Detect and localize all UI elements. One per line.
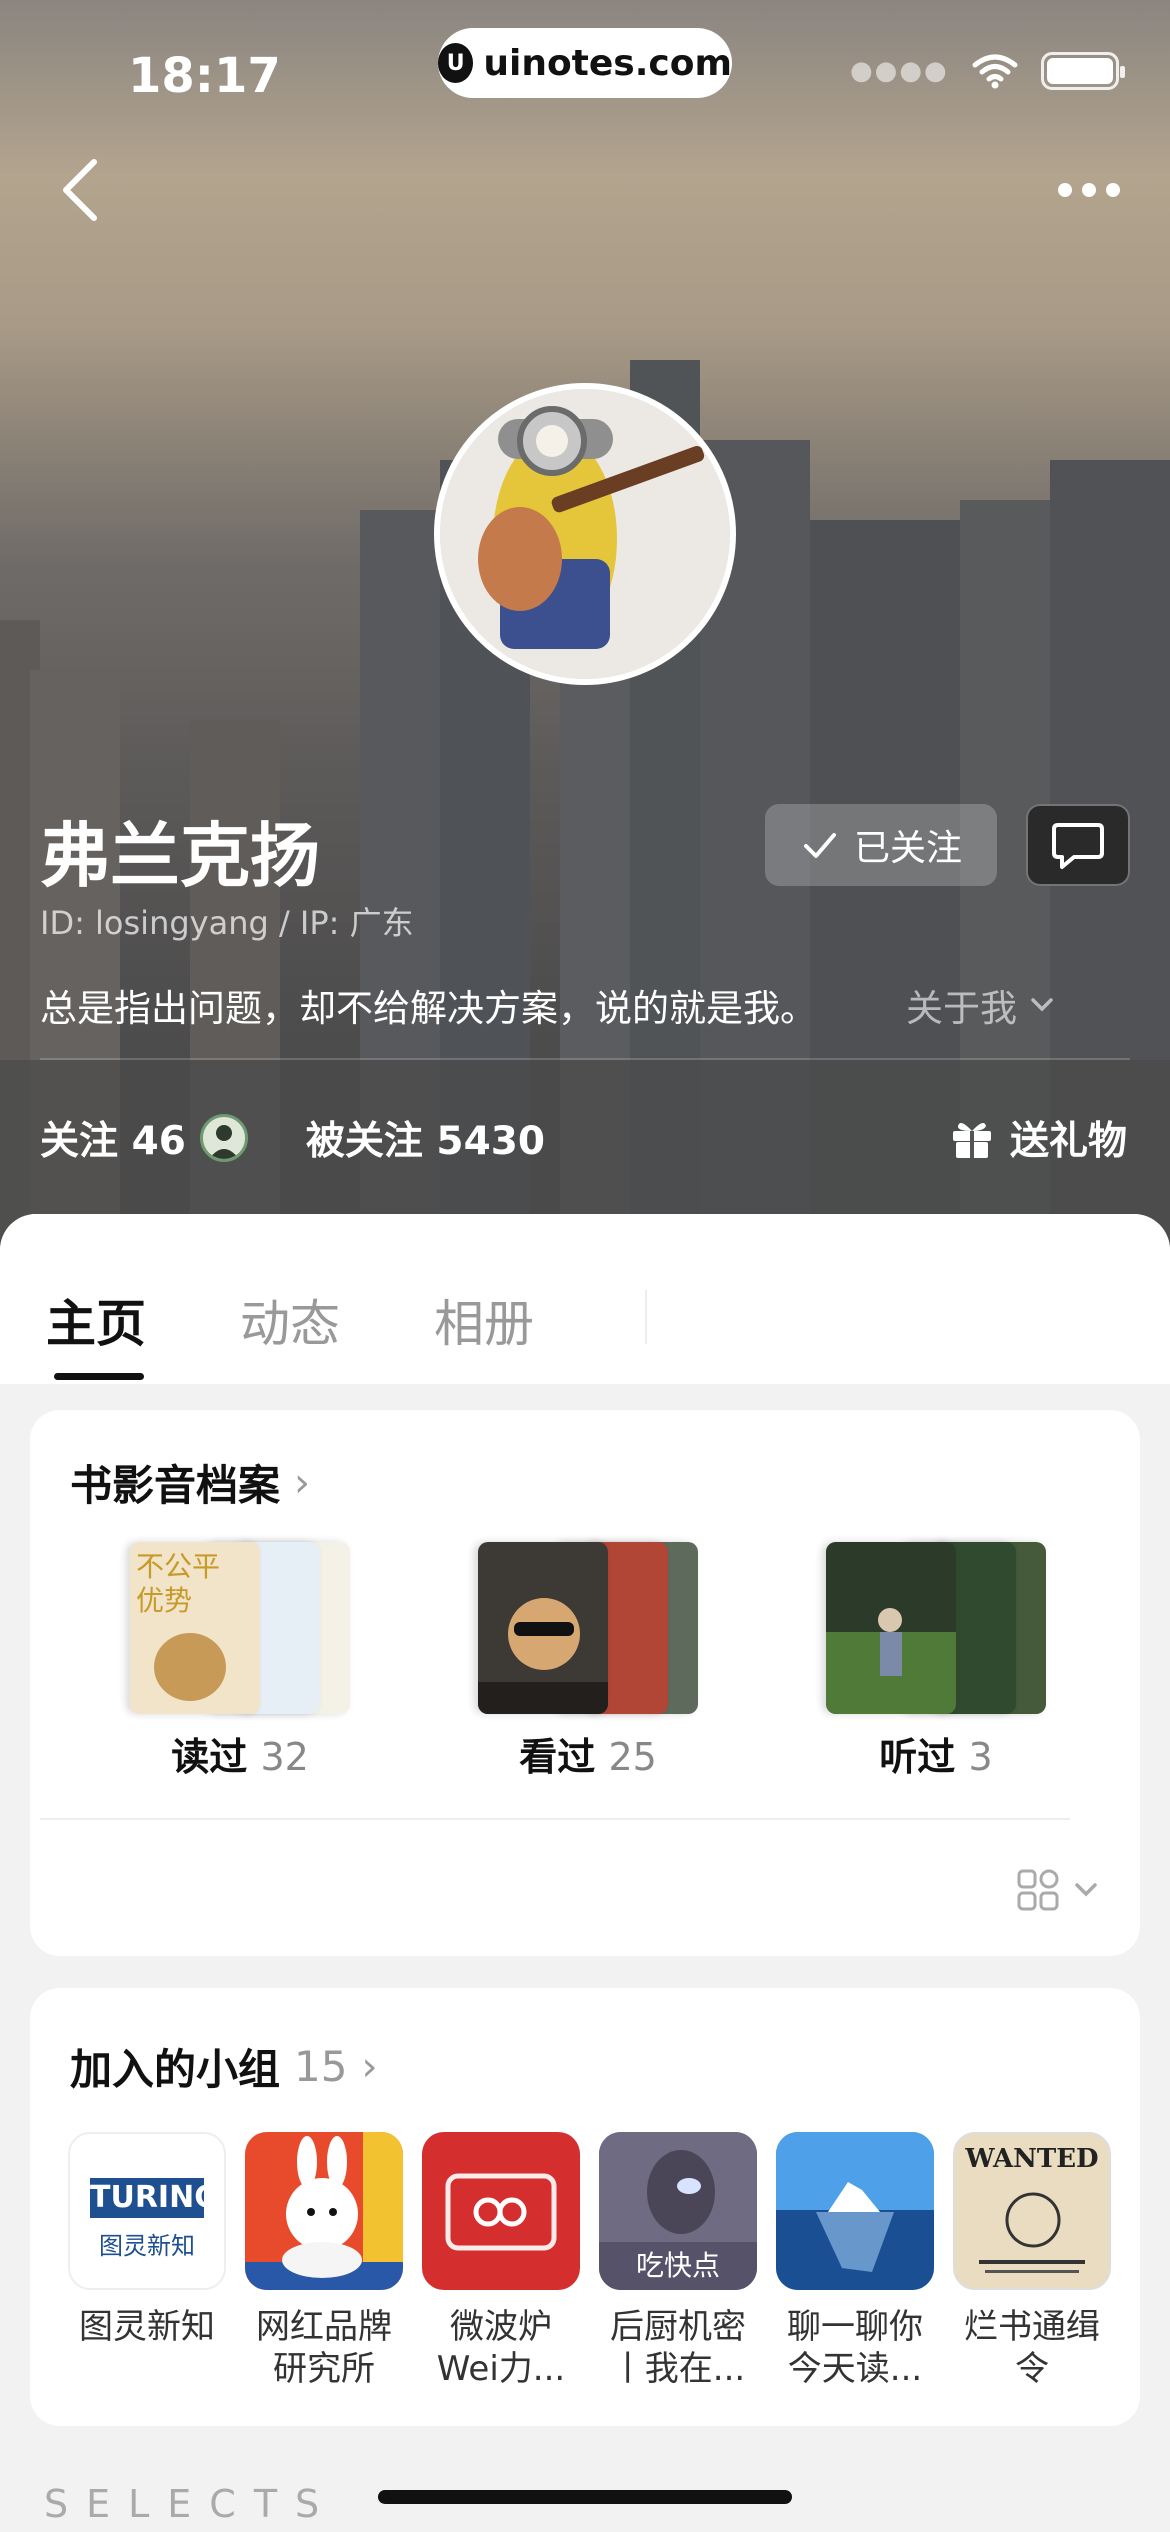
battery-icon bbox=[1040, 52, 1125, 90]
group-item[interactable]: 微波炉 Wei力... bbox=[422, 2132, 580, 2390]
tab-home[interactable]: 主页 bbox=[46, 1284, 146, 1356]
about-me-toggle[interactable]: 关于我 bbox=[906, 978, 1057, 1032]
selects-section-label: SELECTS bbox=[44, 2482, 338, 2526]
back-button[interactable] bbox=[52, 150, 112, 230]
media-archive-title[interactable]: 书影音档案 › bbox=[70, 1452, 310, 1513]
gift-icon bbox=[953, 1122, 991, 1158]
archive-watched-label: 看过 bbox=[519, 1735, 596, 1779]
view-mode-toggle[interactable] bbox=[1016, 1868, 1100, 1912]
following-stat[interactable]: 关注 46 bbox=[40, 1110, 248, 1166]
uinotes-logo-icon: U bbox=[438, 43, 474, 83]
status-icons: ●●●● bbox=[850, 52, 1125, 90]
group-item[interactable]: WANTED 烂书通缉 令 bbox=[953, 2132, 1111, 2390]
archive-listened-count: 3 bbox=[968, 1735, 993, 1779]
media-archive-title-text: 书影音档案 bbox=[70, 1461, 281, 1510]
followed-button[interactable]: 已关注 bbox=[765, 804, 997, 886]
group-name: 聊一聊你 今天读... bbox=[787, 2307, 923, 2389]
send-gift-button[interactable]: 送礼物 bbox=[948, 1110, 1127, 1166]
movie-posters-image bbox=[478, 1542, 698, 1714]
group-item[interactable]: TURING 图灵新知 图灵新知 bbox=[68, 2132, 226, 2348]
url-pill: U uinotes.com bbox=[438, 28, 732, 98]
profile-bio: 总是指出问题，却不给解决方案，说的就是我。 bbox=[40, 987, 817, 1030]
message-button[interactable] bbox=[1026, 804, 1130, 886]
active-tab-indicator bbox=[54, 1373, 144, 1380]
group-name: 后厨机密 丨我在... bbox=[610, 2307, 746, 2389]
mini-avatar-icon bbox=[199, 1114, 248, 1162]
profile-id-ip: ID: losingyang / IP: 广东 bbox=[40, 904, 414, 942]
chevron-right-icon: › bbox=[294, 1459, 311, 1506]
group-name: 图灵新知 bbox=[79, 2307, 215, 2347]
archive-read-count: 32 bbox=[260, 1735, 309, 1779]
followers-stat[interactable]: 被关注 5430 bbox=[306, 1110, 545, 1166]
more-options-button[interactable] bbox=[1058, 170, 1138, 210]
archive-watched-count: 25 bbox=[608, 1735, 657, 1779]
tab-bar bbox=[0, 1214, 1170, 1384]
followed-label: 已关注 bbox=[853, 828, 962, 869]
svg-text:优势: 优势 bbox=[136, 1584, 192, 1617]
header-divider bbox=[40, 1058, 1130, 1060]
send-gift-label: 送礼物 bbox=[1010, 1119, 1128, 1164]
tab-album[interactable]: 相册 bbox=[434, 1284, 534, 1356]
minion-avatar-image bbox=[440, 389, 730, 679]
archive-watched[interactable]: 看过 25 bbox=[478, 1542, 698, 1781]
group-icon-kitchen: 吃快点 bbox=[599, 2132, 757, 2290]
chevron-left-icon bbox=[63, 159, 97, 221]
about-me-label: 关于我 bbox=[906, 987, 1017, 1030]
status-time: 18:17 bbox=[128, 48, 281, 104]
tab-divider bbox=[645, 1290, 647, 1344]
archive-listened-label: 听过 bbox=[879, 1735, 956, 1779]
archive-divider bbox=[40, 1818, 1070, 1820]
group-icon-turing: TURING 图灵新知 bbox=[68, 2132, 226, 2290]
group-icon-iceberg bbox=[776, 2132, 934, 2290]
following-label: 关注 46 bbox=[40, 1119, 186, 1164]
svg-text:不公平: 不公平 bbox=[136, 1550, 220, 1583]
joined-groups-title-text: 加入的小组 bbox=[70, 2045, 281, 2094]
follow-stats: 关注 46 被关注 5430 bbox=[40, 1110, 545, 1166]
group-name: 微波炉 Wei力... bbox=[436, 2307, 566, 2389]
group-icon-bunny bbox=[245, 2132, 403, 2290]
chat-bubble-icon bbox=[1052, 823, 1104, 869]
group-item[interactable]: 吃快点 后厨机密 丨我在... bbox=[599, 2132, 757, 2390]
wifi-icon bbox=[972, 54, 1018, 89]
tab-activity[interactable]: 动态 bbox=[240, 1284, 340, 1356]
book-covers-image: 不公平 优势 bbox=[130, 1542, 350, 1714]
group-icon-wanted: WANTED bbox=[953, 2132, 1111, 2290]
profile-avatar[interactable] bbox=[434, 383, 736, 685]
profile-name: 弗兰克扬 bbox=[40, 815, 320, 897]
group-icon-microwave bbox=[422, 2132, 580, 2290]
chevron-down-icon bbox=[1075, 1883, 1097, 1897]
signal-icon: ●●●● bbox=[850, 56, 949, 86]
home-indicator[interactable] bbox=[378, 2490, 792, 2504]
joined-groups-title[interactable]: 加入的小组 15 › bbox=[70, 2036, 377, 2097]
album-covers-image bbox=[826, 1542, 1046, 1714]
archive-read-label: 读过 bbox=[171, 1735, 248, 1779]
chevron-right-icon: › bbox=[361, 2043, 378, 2090]
chevron-down-icon bbox=[1031, 998, 1053, 1012]
group-name: 烂书通缉 令 bbox=[964, 2307, 1100, 2389]
grid-view-icon bbox=[1017, 1869, 1059, 1911]
archive-read[interactable]: 不公平 优势 读过 32 bbox=[130, 1542, 350, 1781]
url-text: uinotes.com bbox=[483, 42, 732, 84]
group-item[interactable]: 聊一聊你 今天读... bbox=[776, 2132, 934, 2390]
group-name: 网红品牌 研究所 bbox=[256, 2307, 392, 2389]
archive-listened[interactable]: 听过 3 bbox=[826, 1542, 1046, 1781]
check-icon bbox=[803, 833, 836, 858]
joined-groups-count: 15 bbox=[294, 2042, 348, 2091]
group-item[interactable]: 网红品牌 研究所 bbox=[245, 2132, 403, 2390]
